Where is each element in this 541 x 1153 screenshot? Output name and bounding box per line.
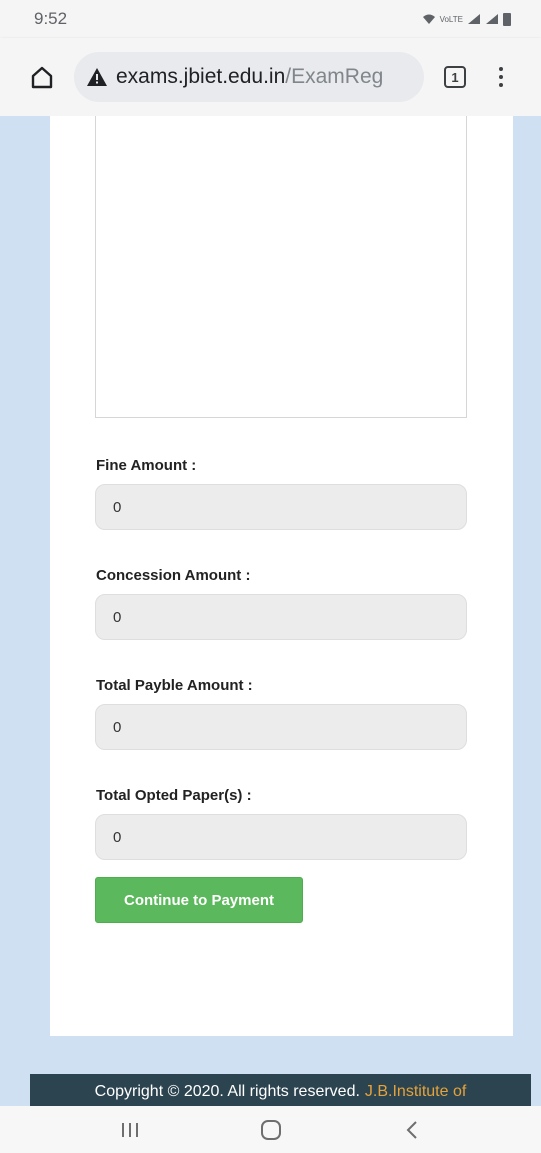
total-opted-papers-label: Total Opted Paper(s) : <box>96 787 252 804</box>
total-opted-papers-field[interactable]: 0 <box>95 814 467 860</box>
total-payable-amount-label: Total Payble Amount : <box>96 677 253 694</box>
concession-amount-field[interactable]: 0 <box>95 594 467 640</box>
copyright-text: Copyright © 2020. All rights reserved. <box>94 1083 360 1100</box>
site-footer: Copyright © 2020. All rights reserved. J… <box>30 1074 531 1110</box>
home-circle-icon[interactable] <box>260 1119 281 1140</box>
url-path: /ExamReg <box>285 65 384 88</box>
embedded-frame <box>95 116 467 418</box>
battery-icon <box>503 12 511 26</box>
volte-label: VoLTE <box>439 14 463 24</box>
status-bar: 9:52 VoLTE <box>0 0 541 38</box>
more-menu-icon[interactable] <box>496 67 506 87</box>
status-icons: VoLTE <box>422 12 511 26</box>
home-icon[interactable] <box>22 57 62 97</box>
url-host: exams.jbiet.edu.in <box>116 65 286 88</box>
back-chevron-icon[interactable] <box>404 1120 420 1140</box>
recent-apps-icon[interactable] <box>121 1122 138 1137</box>
fine-amount-field[interactable]: 0 <box>95 484 467 530</box>
concession-amount-label: Concession Amount : <box>96 567 251 584</box>
warning-triangle-icon[interactable] <box>86 66 108 88</box>
browser-toolbar: exams.jbiet.edu.in/ExamReg 1 <box>0 38 541 116</box>
wifi-icon <box>422 14 435 24</box>
signal-icon <box>468 14 480 24</box>
status-time: 9:52 <box>34 9 68 28</box>
tab-switcher-button[interactable]: 1 <box>444 66 466 88</box>
institution-link[interactable]: J.B.Institute of <box>365 1083 466 1101</box>
address-bar[interactable]: exams.jbiet.edu.in/ExamReg <box>74 52 424 102</box>
total-payable-amount-field[interactable]: 0 <box>95 704 467 750</box>
fine-amount-label: Fine Amount : <box>96 457 197 474</box>
system-navigation-bar <box>0 1106 541 1153</box>
continue-to-payment-button[interactable]: Continue to Payment <box>95 877 303 923</box>
signal-icon <box>486 14 498 24</box>
